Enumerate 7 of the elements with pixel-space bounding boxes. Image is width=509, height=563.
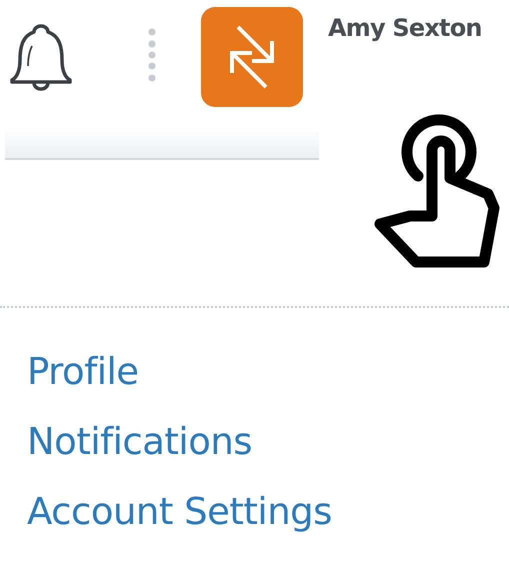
switch-role-button[interactable] — [201, 7, 303, 107]
menu-link[interactable]: Notifications — [27, 412, 252, 472]
menu-link[interactable]: Profile — [27, 342, 139, 402]
vertical-dots-icon — [148, 28, 156, 82]
menu-link[interactable]: Account Settings — [27, 482, 332, 542]
bell-icon[interactable] — [10, 22, 72, 92]
user-name: Amy Sexton — [328, 14, 483, 42]
